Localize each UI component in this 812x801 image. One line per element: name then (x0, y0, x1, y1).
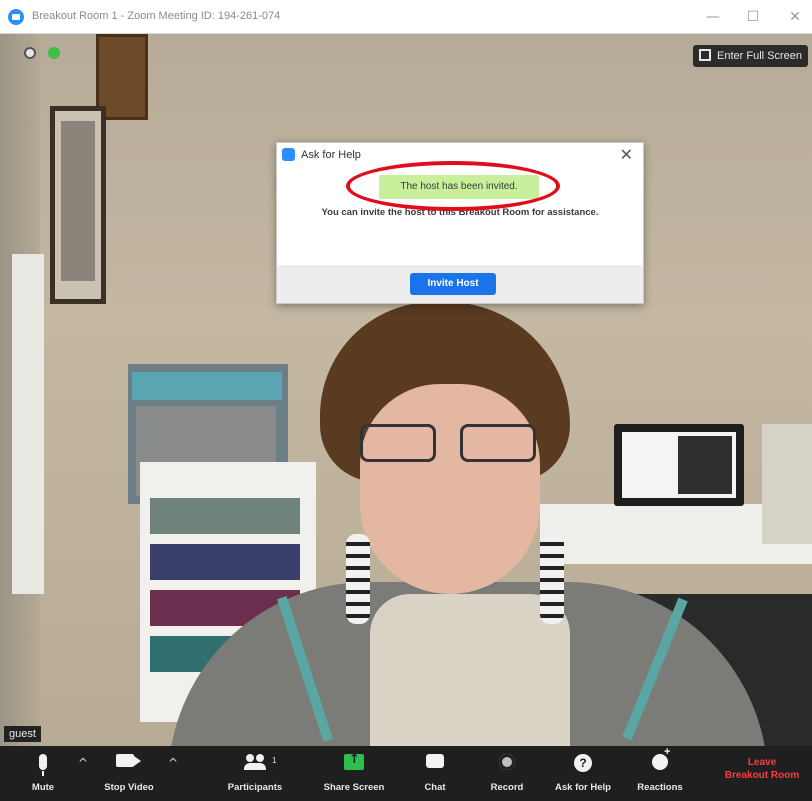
chat-bubble-icon (426, 754, 444, 768)
mute-label: Mute (31, 782, 55, 793)
dialog-footer: Invite Host (277, 265, 643, 303)
person-face (360, 384, 540, 594)
invite-host-button[interactable]: Invite Host (410, 273, 496, 295)
stop-video-button[interactable]: Stop Video (94, 746, 164, 801)
background-laptop (614, 424, 744, 506)
reactions-icon (652, 746, 670, 770)
background-storage-bin (132, 372, 282, 400)
meeting-info-icon[interactable] (24, 47, 36, 59)
chat-label: Chat (424, 782, 446, 793)
share-screen-label: Share Screen (323, 782, 385, 793)
dialog-title: Ask for Help (301, 149, 361, 161)
meeting-toolbar: Mute ^ Stop Video ^ 1 Participants Share… (0, 746, 812, 801)
earring (346, 534, 370, 624)
ask-for-help-label: Ask for Help (555, 782, 611, 793)
enter-full-screen-button[interactable]: Enter Full Screen (693, 45, 808, 67)
drawer (150, 498, 300, 534)
record-label: Record (490, 782, 524, 793)
microphone-icon (39, 754, 47, 776)
share-screen-button[interactable]: Share Screen (318, 746, 390, 801)
background-window (12, 254, 44, 594)
mute-button[interactable]: Mute (18, 746, 68, 801)
record-icon (499, 754, 515, 770)
glasses-lens (460, 424, 536, 462)
audio-options-chevron-icon[interactable]: ^ (78, 756, 88, 770)
drawer (150, 544, 300, 580)
question-mark-icon: ? (574, 754, 592, 772)
participant-count-badge: 1 (272, 756, 277, 765)
background-picture-frame (50, 106, 106, 304)
earring (540, 534, 564, 624)
participants-button[interactable]: 1 Participants (220, 746, 290, 801)
ask-for-help-button[interactable]: ? Ask for Help (546, 746, 620, 801)
participant-name-label: guest (4, 726, 41, 742)
meeting-status-icons (24, 46, 68, 64)
video-feed (0, 34, 812, 746)
leave-label-line2: Breakout Room (724, 770, 800, 781)
person-glasses (360, 424, 540, 464)
reactions-label: Reactions (637, 782, 683, 793)
share-screen-icon (344, 752, 364, 770)
stop-video-label: Stop Video (104, 782, 154, 793)
window-title: Breakout Room 1 - Zoom Meeting ID: 194-2… (32, 10, 281, 22)
laptop-screen (622, 432, 736, 498)
dialog-close-button[interactable]: ✕ (620, 145, 633, 164)
zoom-app-icon (8, 9, 24, 25)
fullscreen-label: Enter Full Screen (717, 50, 802, 62)
title-bar: Breakout Room 1 - Zoom Meeting ID: 194-2… (0, 0, 812, 34)
video-options-chevron-icon[interactable]: ^ (168, 756, 178, 770)
close-window-button[interactable]: ✕ (782, 6, 808, 28)
chat-button[interactable]: Chat (410, 746, 460, 801)
leave-breakout-room-button[interactable]: Leave Breakout Room (712, 756, 812, 782)
glasses-lens (360, 424, 436, 462)
record-button[interactable]: Record (480, 746, 534, 801)
encryption-shield-icon[interactable] (48, 47, 61, 59)
video-camera-icon (116, 754, 141, 767)
participants-label: Participants (227, 782, 283, 793)
background-books (762, 424, 812, 544)
reactions-button[interactable]: Reactions (630, 746, 690, 801)
participants-icon: 1 (244, 754, 276, 770)
zoom-dialog-icon (282, 148, 295, 161)
maximize-button[interactable]: ☐ (740, 6, 766, 28)
leave-label-line1: Leave (747, 757, 777, 768)
fullscreen-icon (699, 49, 712, 61)
minimize-button[interactable]: — (700, 6, 726, 28)
red-annotation-ellipse (346, 161, 560, 211)
